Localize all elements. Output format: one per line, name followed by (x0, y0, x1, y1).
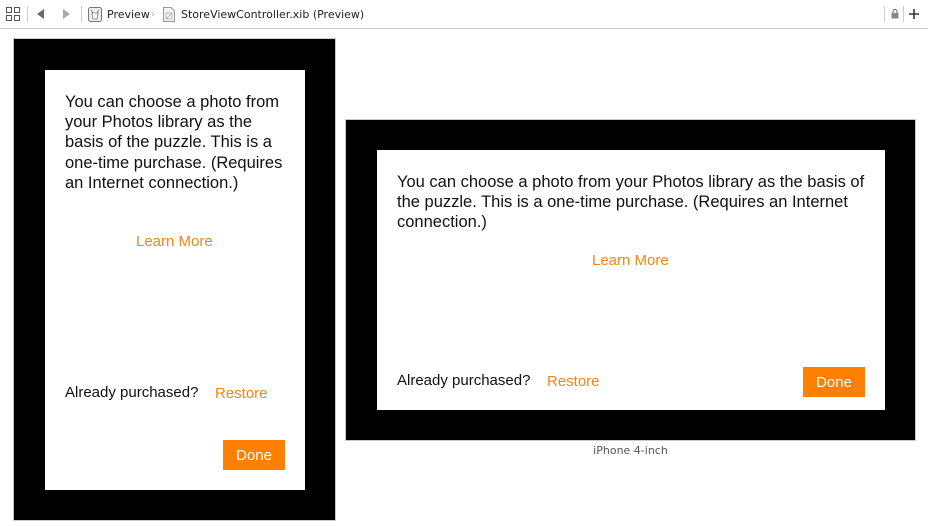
related-items-grid-icon[interactable] (6, 0, 20, 28)
description-text: You can choose a photo from your Photos … (65, 93, 283, 192)
breadcrumb-separator: › (151, 8, 155, 20)
back-arrow-icon[interactable] (36, 0, 48, 28)
toolbar-divider (27, 6, 28, 22)
xib-file-icon (163, 0, 176, 28)
restore-link[interactable]: Restore (215, 385, 268, 402)
done-button[interactable]: Done (803, 367, 865, 397)
breadcrumb-file[interactable]: StoreViewController.xib (Preview) (181, 0, 364, 28)
store-view-screen: You can choose a photo from your Photos … (45, 70, 305, 490)
already-purchased-label: Already purchased? (397, 372, 531, 389)
learn-more-link[interactable]: Learn More (136, 233, 213, 250)
store-view-screen: You can choose a photo from your Photos … (377, 150, 885, 410)
restore-link[interactable]: Restore (547, 373, 600, 390)
device-preview-landscape: You can choose a photo from your Photos … (345, 119, 916, 441)
lock-icon[interactable] (891, 0, 901, 28)
jump-bar: Preview › StoreViewController.xib (Previ… (0, 0, 928, 29)
learn-more-link[interactable]: Learn More (592, 252, 669, 269)
forward-arrow-icon[interactable] (61, 0, 73, 28)
add-icon[interactable] (909, 0, 921, 28)
breadcrumb-preview[interactable]: Preview (107, 0, 150, 28)
description-text: You can choose a photo from your Photos … (397, 173, 865, 232)
device-label: iPhone 4-inch (593, 444, 668, 457)
toolbar-divider (81, 6, 82, 22)
already-purchased-label: Already purchased? (65, 384, 199, 401)
toolbar-divider (884, 6, 885, 22)
done-button[interactable]: Done (223, 440, 285, 470)
preview-icon (88, 0, 102, 28)
device-preview-portrait: You can choose a photo from your Photos … (13, 38, 336, 521)
toolbar-divider (903, 6, 904, 22)
